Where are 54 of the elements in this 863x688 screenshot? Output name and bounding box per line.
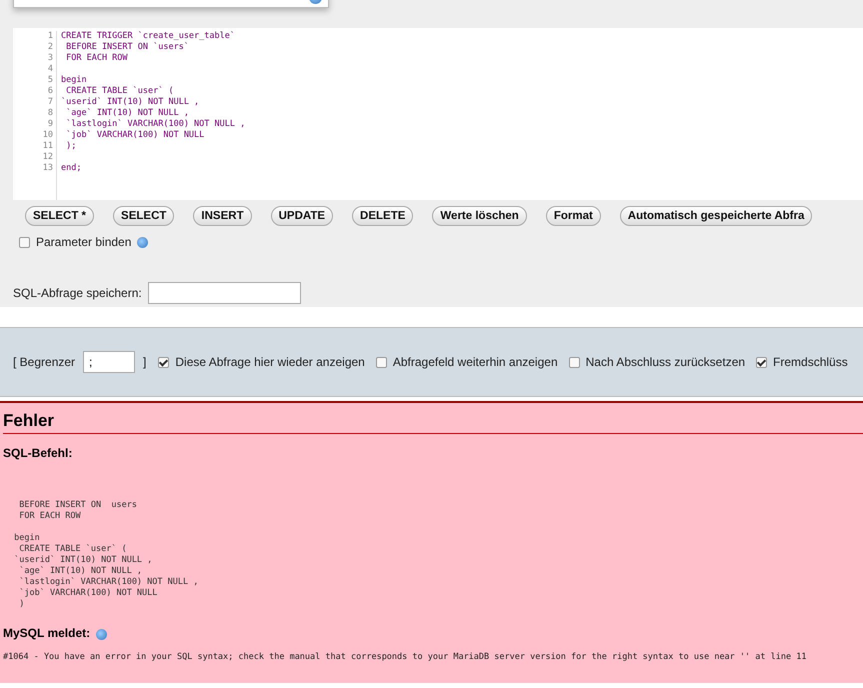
help-icon[interactable] [96,628,108,640]
line-number: 8 [46,108,53,119]
checkbox-label: Abfragefeld weiterhin anzeigen [392,355,558,369]
line-number: 12 [42,152,53,163]
code-line: `age` INT(10) NOT NULL , [65,108,189,118]
checkbox[interactable] [756,356,768,368]
checkbox[interactable] [376,356,387,368]
query-button[interactable]: INSERT [193,206,252,226]
query-button[interactable]: SELECT [113,206,174,226]
query-button[interactable]: SELECT * [25,206,94,226]
line-number: 9 [46,119,53,130]
line-number: 2 [46,42,53,53]
checkbox-label: Nach Abschluss zurücksetzen [586,355,746,369]
code-line: FOR EACH ROW [65,53,128,63]
code-line: end; [61,163,82,173]
checkbox-label: Diese Abfrage hier wieder anzeigen [175,355,365,369]
error-title: Fehler [3,411,863,434]
code-line: begin [61,75,87,85]
code-line: `job` VARCHAR(100) NOT NULL [65,130,204,140]
query-button[interactable]: UPDATE [270,206,334,226]
section-heading: MySQL meldet: [3,626,90,640]
line-number: 1 [46,31,53,42]
query-button[interactable]: Automatisch gespeicherte Abfra [620,206,812,226]
field-label: SQL-Abfrage speichern: [13,286,142,300]
checkbox[interactable] [568,356,580,368]
line-number: 5 [46,75,53,86]
checkbox-label: Fremdschlüss [773,355,848,369]
line-number: 10 [42,130,53,141]
code-line: ); [65,141,76,151]
line-number: 13 [42,163,53,174]
line-number: 4 [46,64,53,75]
help-icon[interactable] [137,236,148,248]
section-heading: SQL-Befehl: [3,446,72,460]
error-message: #1064 - You have an error in your SQL syntax; check the manual that corresponds to your MariaDB server version for the right syntax to use near '' at line 11 [3,652,806,662]
checkbox[interactable] [19,236,30,248]
code-line: CREATE TABLE `user` ( [65,86,174,96]
input-field[interactable]: ; [83,351,136,373]
line-number: 7 [46,97,53,108]
code-line: `userid` INT(10) NOT NULL , [61,97,200,107]
checkbox[interactable] [158,356,170,368]
sql-text: BEFORE INSERT ON users FOR EACH ROW begin CREATE TABLE `user` ( `userid` INT(10) NOT NULL , `age` INT(10) NOT NULL , `lastlogin` VARCHAR(100) NOT NULL , `job` VARCHAR(100) NOT NULL ) [13,500,198,610]
query-button[interactable]: DELETE [352,206,414,226]
query-button[interactable]: Werte löschen [432,206,527,226]
checkbox-label: Parameter binden [36,235,132,249]
line-number: 3 [46,53,53,64]
line-number: 6 [46,86,53,97]
line-number: 11 [42,141,53,152]
bracket-text: ] [143,355,146,369]
field-label: [ Begrenzer [13,355,76,369]
query-button[interactable]: Format [546,206,601,226]
code-line: `lastlogin` VARCHAR(100) NOT NULL , [65,119,246,129]
code-line: CREATE TRIGGER `create_user_table` [61,31,235,41]
input-field[interactable] [148,282,301,304]
code-line: BEFORE INSERT ON `users` [65,42,189,52]
